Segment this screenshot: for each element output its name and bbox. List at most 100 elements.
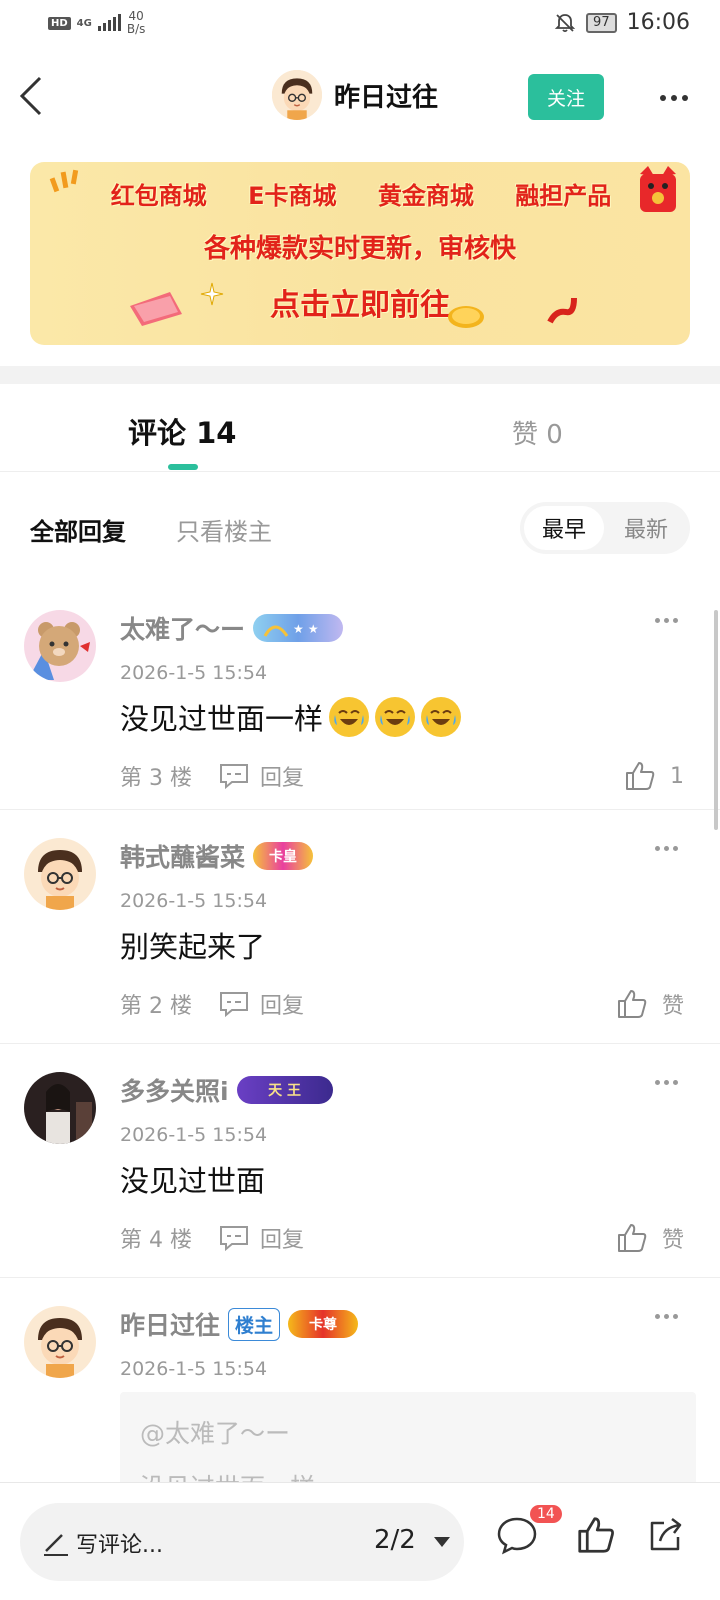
tab-comments[interactable]: 评论 14 — [128, 410, 236, 452]
comment-text: 没见过世面 — [120, 1164, 266, 1198]
comment-item: 多多关照i 天 王 2026-1-5 15:54 没见过世面 第 4 楼 回复 … — [0, 1044, 720, 1278]
reply-label: 回复 — [259, 994, 304, 1019]
banner-cta[interactable]: 点击立即前往 — [30, 280, 690, 324]
comment-time: 2026-1-5 15:54 — [120, 662, 268, 684]
share-icon — [650, 1518, 682, 1551]
like-label: 赞 — [661, 1228, 684, 1253]
comment-more-button[interactable] — [655, 1080, 678, 1085]
comment-time: 2026-1-5 15:54 — [120, 1358, 268, 1380]
comment-more-button[interactable] — [655, 846, 678, 851]
reply-bubble-icon — [219, 764, 248, 790]
comment-like-button[interactable]: 赞 — [616, 1222, 684, 1254]
comment-time: 2026-1-5 15:54 — [120, 890, 268, 912]
author-info[interactable]: 昨日过往 — [272, 70, 438, 120]
comment-like-button[interactable]: 1 — [624, 760, 684, 792]
cartoon-boy-avatar-icon — [24, 838, 96, 910]
commenter-name-row: 韩式蘸酱菜 卡皇 — [120, 838, 314, 874]
commenter-name[interactable]: 多多关照i — [120, 1072, 229, 1108]
comment-actions: 第 3 楼 回复 — [120, 760, 304, 792]
clock: 16:06 — [626, 10, 690, 35]
commenter-name[interactable]: 昨日过往 — [120, 1306, 220, 1342]
share-button[interactable] — [646, 1515, 686, 1559]
back-button[interactable] — [16, 74, 56, 118]
network-type: 4G — [76, 17, 92, 29]
write-comment-input[interactable]: 写评论... 2/2 — [20, 1503, 464, 1581]
bottom-bar: 写评论... 2/2 14 — [0, 1482, 720, 1600]
sort-latest-button[interactable]: 最新 — [606, 506, 686, 550]
comment-item: 韩式蘸酱菜 卡皇 2026-1-5 15:54 别笑起来了 第 2 楼 回复 赞 — [0, 810, 720, 1044]
commenter-avatar[interactable] — [24, 1072, 96, 1144]
page-indicator[interactable]: 2/2 — [374, 1525, 416, 1555]
scrollbar[interactable] — [714, 610, 718, 830]
commenter-avatar[interactable] — [24, 1306, 96, 1378]
svg-text:★ ★: ★ ★ — [293, 622, 319, 636]
top-header: 昨日过往 关注 — [0, 60, 720, 132]
commenter-avatar[interactable] — [24, 838, 96, 910]
thumbs-up-icon — [626, 762, 655, 790]
commenter-avatar[interactable] — [24, 610, 96, 682]
thumbs-up-icon — [617, 1224, 647, 1252]
back-arrow-icon — [19, 76, 42, 116]
follow-button[interactable]: 关注 — [528, 74, 604, 120]
battery-indicator: 97 — [586, 12, 617, 33]
like-label: 赞 — [661, 994, 684, 1019]
author-avatar[interactable] — [272, 70, 322, 120]
mute-bell-icon — [554, 13, 576, 32]
page-dropdown-icon[interactable] — [434, 1537, 450, 1547]
crown-badge-icon: 卡尊 — [288, 1310, 359, 1338]
red-envelope-mascot-icon — [640, 166, 676, 212]
like-count: 1 — [670, 763, 684, 789]
banner-cat-2: E卡商城 — [248, 182, 337, 210]
banner-subtitle: 各种爆款实时更新，审核快 — [203, 234, 516, 264]
signal-icon — [97, 14, 121, 31]
rainbow-badge-icon: ★ ★ — [263, 622, 319, 637]
floor-number: 第 3 楼 — [120, 766, 192, 791]
pencil-icon — [44, 1534, 68, 1556]
like-post-button[interactable] — [576, 1515, 616, 1559]
thumbs-up-icon — [617, 990, 647, 1018]
cartoon-boy-avatar-icon — [24, 1306, 96, 1378]
filter-row: 全部回复 只看楼主 最早 最新 — [0, 500, 720, 556]
comment-more-button[interactable] — [655, 1314, 678, 1319]
comment-tabs: 评论 14 赞 0 — [0, 384, 720, 472]
comments-button[interactable] — [496, 1515, 538, 1559]
promo-banner[interactable]: 红包商城 E卡商城 黄金商城 融担产品 各种爆款实时更新，审核快 点击立即前往 — [30, 162, 690, 345]
comment-more-button[interactable] — [655, 618, 678, 623]
quote-user: @太难了～ー — [140, 1419, 291, 1448]
reply-button[interactable]: 回复 — [218, 760, 304, 792]
hd-badge: HD — [48, 16, 71, 30]
photo-avatar-icon — [24, 1072, 96, 1144]
commenter-name-row: 昨日过往 楼主 卡尊 — [120, 1306, 359, 1342]
dot-icon — [660, 95, 666, 101]
banner-cat-4: 融担产品 — [515, 182, 612, 210]
quote-text: 没见过世面一样 — [140, 1468, 676, 1482]
reply-button[interactable]: 回复 — [218, 1222, 304, 1254]
sort-toggle: 最早 最新 — [520, 502, 690, 554]
op-tag: 楼主 — [228, 1307, 281, 1341]
sort-earliest-button[interactable]: 最早 — [524, 506, 604, 550]
dot-icon — [671, 95, 677, 101]
floor-number: 第 4 楼 — [120, 1228, 192, 1253]
reply-bubble-icon — [219, 992, 248, 1018]
comment-placeholder: 写评论... — [76, 1533, 163, 1558]
status-right: 97 16:06 — [554, 10, 690, 35]
more-options-button[interactable] — [652, 80, 696, 116]
commenter-name[interactable]: 太难了～ー — [120, 610, 245, 646]
banner-cat-3: 黄金商城 — [377, 182, 474, 210]
filter-all-replies[interactable]: 全部回复 — [30, 512, 126, 547]
comment-time: 2026-1-5 15:54 — [120, 1124, 268, 1146]
comment-item: 太难了～ー ★ ★ 2026-1-5 15:54 没见过世面一样 第 3 楼 回… — [0, 582, 720, 810]
comment-like-button[interactable]: 赞 — [616, 988, 684, 1020]
net-speed-unit: B/s — [126, 22, 146, 36]
status-left: HD 4G 40 B/s — [48, 10, 145, 36]
tab-likes[interactable]: 赞 0 — [512, 414, 563, 451]
commenter-name[interactable]: 韩式蘸酱菜 — [120, 838, 245, 874]
comment-item: 昨日过往 楼主 卡尊 2026-1-5 15:54 @太难了～ー 没见过世面一样 — [0, 1278, 720, 1482]
quoted-comment[interactable]: @太难了～ー 没见过世面一样 — [120, 1392, 696, 1482]
crying-laugh-emoji-icon — [421, 697, 462, 737]
comment-actions: 第 4 楼 回复 — [120, 1222, 304, 1254]
author-name[interactable]: 昨日过往 — [334, 77, 438, 114]
comment-actions: 第 2 楼 回复 — [120, 988, 304, 1020]
reply-button[interactable]: 回复 — [218, 988, 304, 1020]
filter-op-only[interactable]: 只看楼主 — [176, 512, 272, 547]
